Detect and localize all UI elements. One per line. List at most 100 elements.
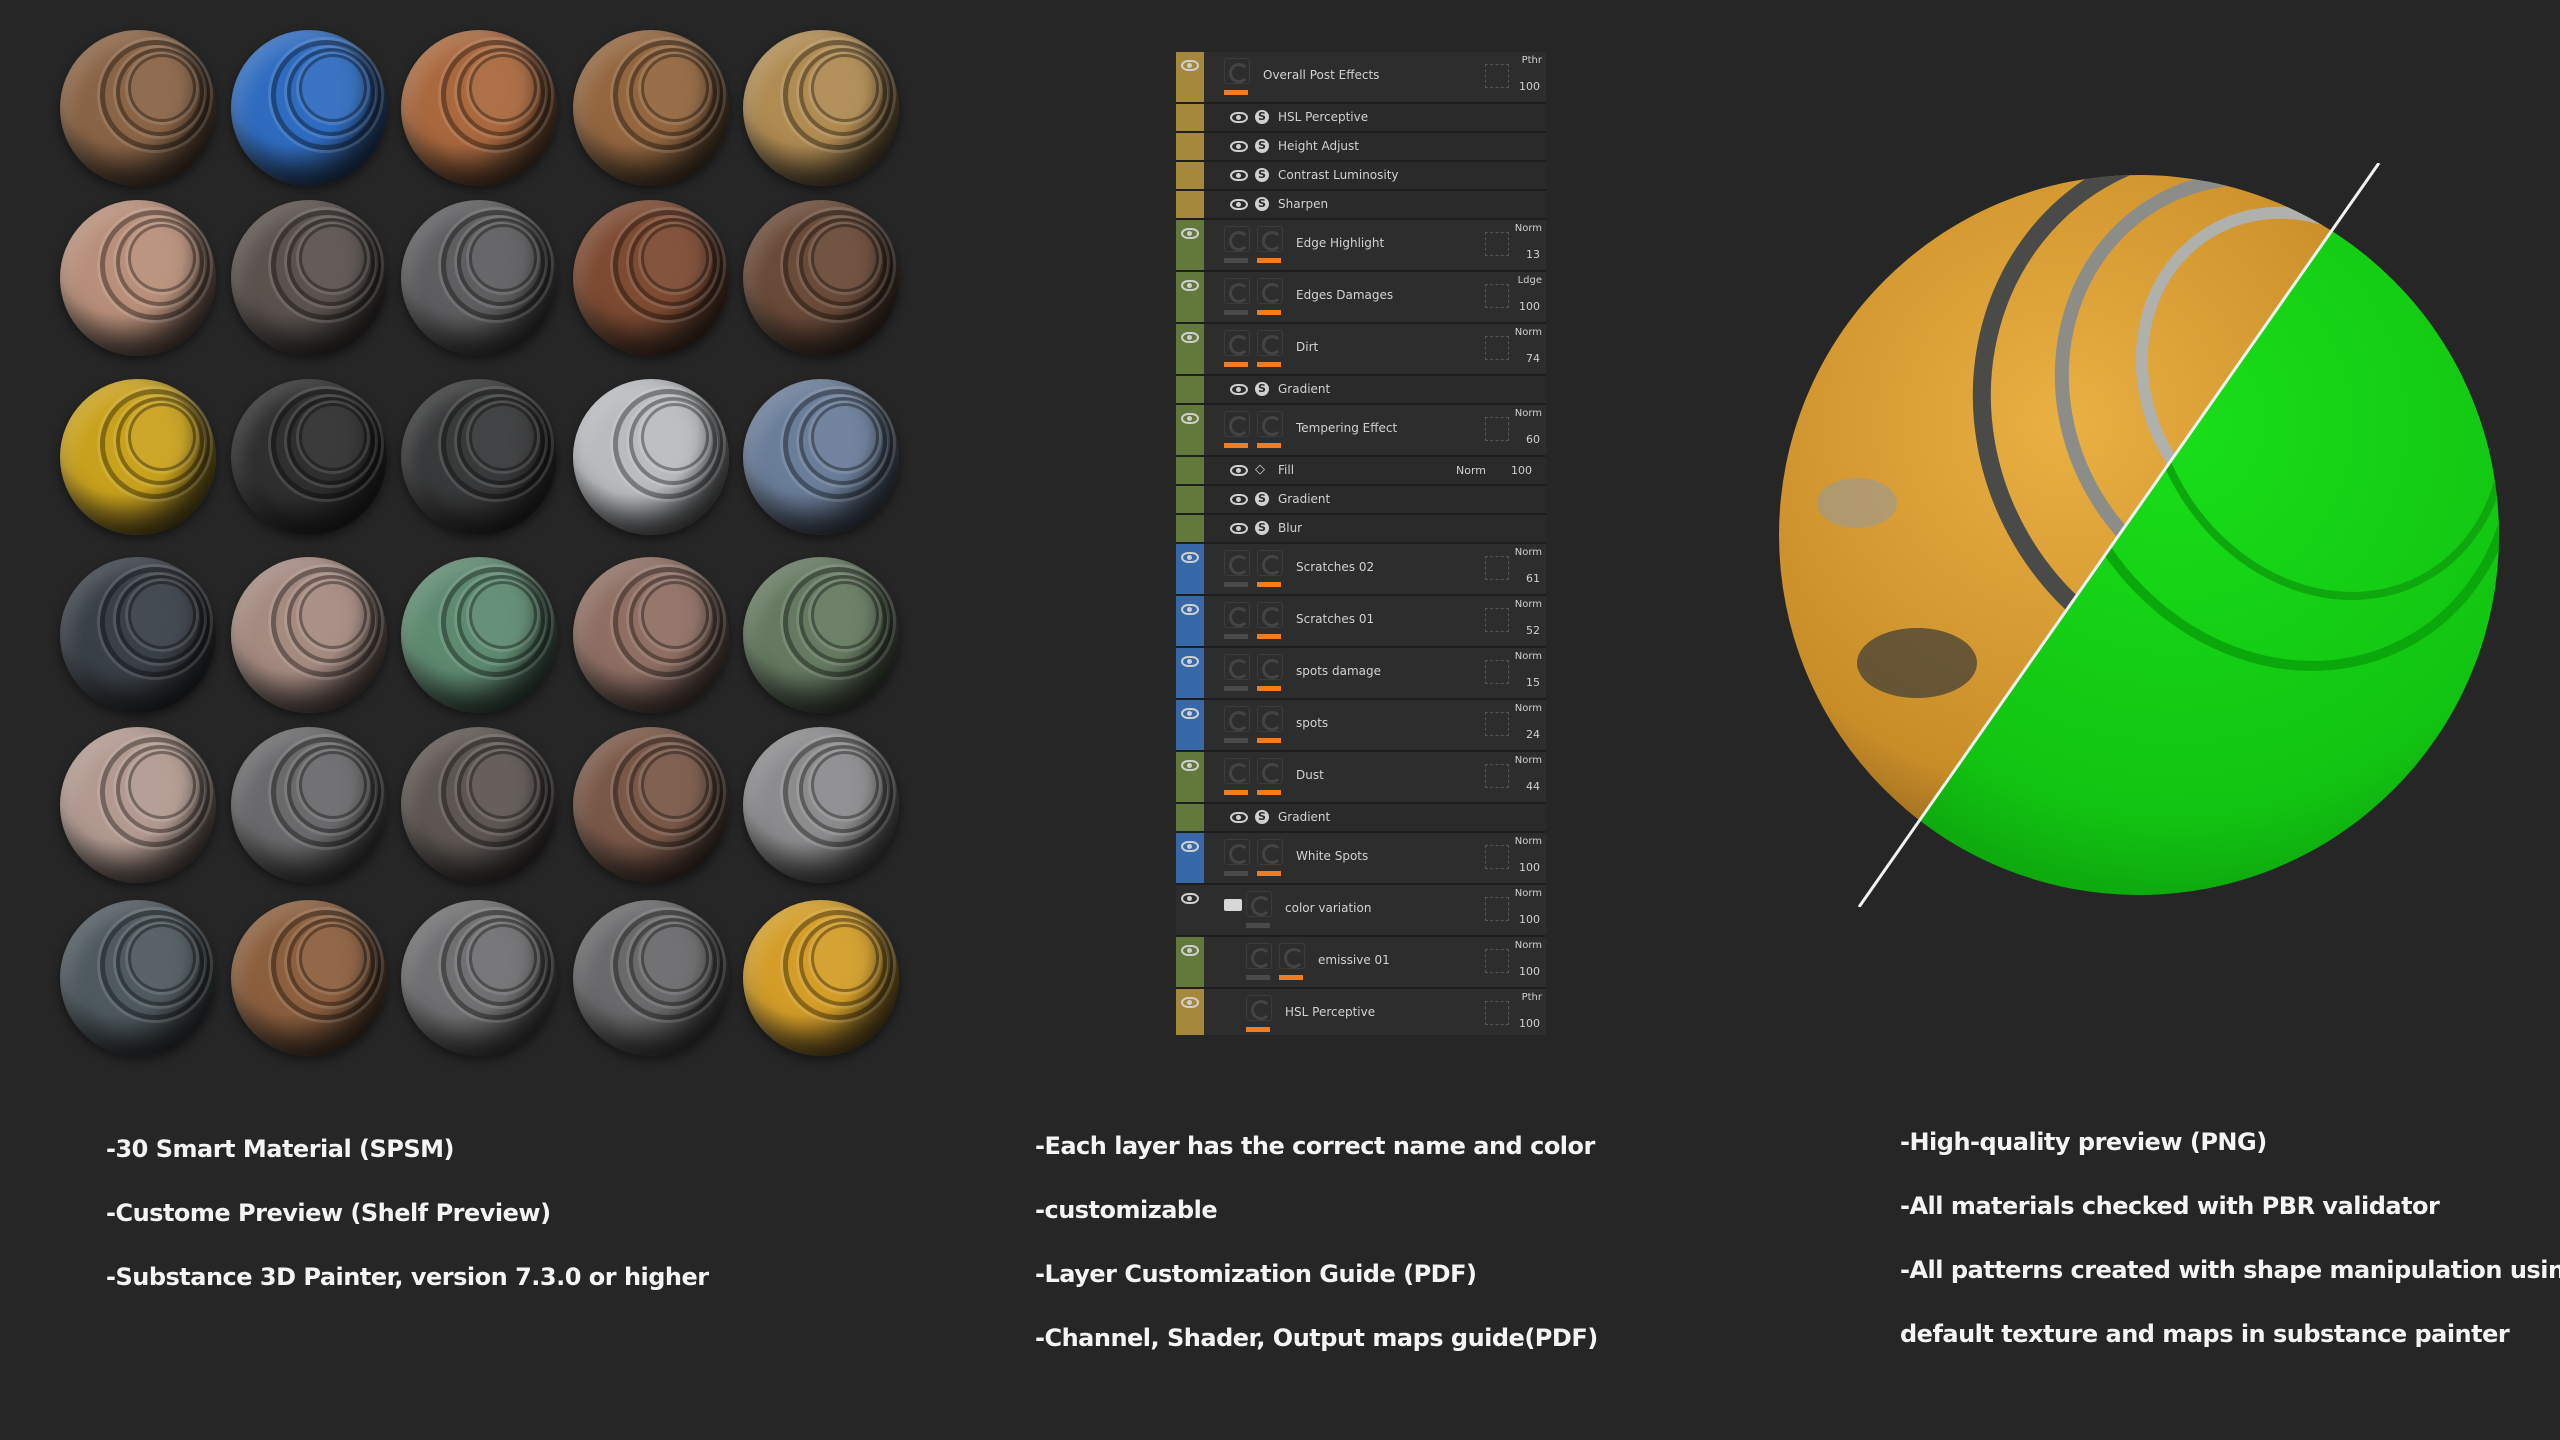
layer-thumbnail-icon[interactable] xyxy=(1224,58,1250,84)
blend-mode-label[interactable]: Pthr xyxy=(1522,992,1542,1003)
layer-thumbnail-icon[interactable] xyxy=(1224,654,1250,680)
visibility-eye-icon[interactable] xyxy=(1230,384,1248,395)
layer-name[interactable]: White Spots xyxy=(1296,849,1368,863)
blend-mode-label[interactable]: Norm xyxy=(1515,408,1542,419)
mask-thumbnail-icon[interactable] xyxy=(1257,330,1283,356)
layer-thumbnail-icon[interactable] xyxy=(1246,995,1272,1021)
blend-mode-label[interactable]: Pthr xyxy=(1522,55,1542,66)
visibility-eye-icon[interactable] xyxy=(1230,170,1248,181)
mask-slot-icon[interactable] xyxy=(1485,556,1509,580)
blend-mode-label[interactable]: Ldge xyxy=(1518,275,1542,286)
effect-name[interactable]: Blur xyxy=(1278,521,1302,535)
layer-thumbnail-icon[interactable] xyxy=(1224,758,1250,784)
layer-thumbnail-icon[interactable] xyxy=(1224,330,1250,356)
mask-slot-icon[interactable] xyxy=(1485,1001,1509,1025)
layer-thumbnail-icon[interactable] xyxy=(1224,411,1250,437)
layer-row[interactable]: Scratches 02 Norm 61 xyxy=(1176,544,1546,596)
visibility-eye-icon[interactable] xyxy=(1181,60,1199,71)
blend-mode-label[interactable]: Norm xyxy=(1515,836,1542,847)
layer-name[interactable]: Dirt xyxy=(1296,340,1318,354)
visibility-eye-icon[interactable] xyxy=(1181,760,1199,771)
visibility-eye-icon[interactable] xyxy=(1181,280,1199,291)
layer-row[interactable]: Overall Post Effects Pthr 100 xyxy=(1176,52,1546,104)
opacity-value[interactable]: 52 xyxy=(1526,624,1540,637)
layer-name[interactable]: spots xyxy=(1296,716,1328,730)
mask-thumbnail-icon[interactable] xyxy=(1257,758,1283,784)
effect-name[interactable]: Height Adjust xyxy=(1278,139,1359,153)
effect-row[interactable]: S Gradient xyxy=(1176,804,1546,833)
layer-name[interactable]: color variation xyxy=(1285,901,1371,915)
mask-slot-icon[interactable] xyxy=(1485,232,1509,256)
layer-row[interactable]: emissive 01 Norm 100 xyxy=(1176,937,1546,989)
layer-row[interactable]: Tempering Effect Norm 60 xyxy=(1176,405,1546,457)
effect-row[interactable]: S Gradient xyxy=(1176,486,1546,515)
mask-slot-icon[interactable] xyxy=(1485,417,1509,441)
effect-name[interactable]: Sharpen xyxy=(1278,197,1328,211)
layer-name[interactable]: Dust xyxy=(1296,768,1324,782)
mask-thumbnail-icon[interactable] xyxy=(1257,706,1283,732)
mask-thumbnail-icon[interactable] xyxy=(1257,226,1283,252)
opacity-value[interactable]: 60 xyxy=(1526,433,1540,446)
layer-thumbnail-icon[interactable] xyxy=(1224,278,1250,304)
visibility-eye-icon[interactable] xyxy=(1181,893,1199,904)
layer-thumbnail-icon[interactable] xyxy=(1224,226,1250,252)
mask-slot-icon[interactable] xyxy=(1485,64,1509,88)
mask-thumbnail-icon[interactable] xyxy=(1279,943,1305,969)
effect-name[interactable]: Gradient xyxy=(1278,810,1330,824)
layer-thumbnail-icon[interactable] xyxy=(1224,550,1250,576)
layer-row[interactable]: color variation Norm 100 xyxy=(1176,885,1546,937)
layer-name[interactable]: Scratches 02 xyxy=(1296,560,1374,574)
mask-slot-icon[interactable] xyxy=(1485,712,1509,736)
blend-mode-label[interactable]: Norm xyxy=(1515,703,1542,714)
effect-row[interactable]: ◇ Fill Norm 100 xyxy=(1176,457,1546,486)
visibility-eye-icon[interactable] xyxy=(1230,494,1248,505)
blend-mode-label[interactable]: Norm xyxy=(1515,755,1542,766)
layer-name[interactable]: Tempering Effect xyxy=(1296,421,1397,435)
mask-slot-icon[interactable] xyxy=(1485,764,1509,788)
layer-row[interactable]: Dust Norm 44 xyxy=(1176,752,1546,804)
blend-mode-label[interactable]: Norm xyxy=(1515,651,1542,662)
opacity-value[interactable]: 100 xyxy=(1519,965,1540,978)
layer-thumbnail-icon[interactable] xyxy=(1246,943,1272,969)
effect-row[interactable]: S HSL Perceptive xyxy=(1176,104,1546,133)
opacity-value[interactable]: 100 xyxy=(1519,913,1540,926)
effect-name[interactable]: HSL Perceptive xyxy=(1278,110,1368,124)
visibility-eye-icon[interactable] xyxy=(1181,841,1199,852)
layer-thumbnail-icon[interactable] xyxy=(1224,706,1250,732)
mask-slot-icon[interactable] xyxy=(1485,336,1509,360)
effect-row[interactable]: S Height Adjust xyxy=(1176,133,1546,162)
effect-row[interactable]: S Blur xyxy=(1176,515,1546,544)
visibility-eye-icon[interactable] xyxy=(1181,604,1199,615)
opacity-value[interactable]: 44 xyxy=(1526,780,1540,793)
visibility-eye-icon[interactable] xyxy=(1230,141,1248,152)
layer-thumbnail-icon[interactable] xyxy=(1224,602,1250,628)
opacity-dropdown[interactable]: 100 xyxy=(1511,464,1532,477)
mask-slot-icon[interactable] xyxy=(1485,845,1509,869)
opacity-value[interactable]: 61 xyxy=(1526,572,1540,585)
visibility-eye-icon[interactable] xyxy=(1230,112,1248,123)
layer-thumbnail-icon[interactable] xyxy=(1246,891,1272,917)
opacity-value[interactable]: 100 xyxy=(1519,300,1540,313)
layer-row[interactable]: spots Norm 24 xyxy=(1176,700,1546,752)
mask-slot-icon[interactable] xyxy=(1485,284,1509,308)
visibility-eye-icon[interactable] xyxy=(1181,945,1199,956)
mask-slot-icon[interactable] xyxy=(1485,608,1509,632)
mask-thumbnail-icon[interactable] xyxy=(1257,411,1283,437)
layer-name[interactable]: Edges Damages xyxy=(1296,288,1393,302)
visibility-eye-icon[interactable] xyxy=(1181,997,1199,1008)
effect-name[interactable]: Contrast Luminosity xyxy=(1278,168,1399,182)
layer-row[interactable]: Edge Highlight Norm 13 xyxy=(1176,220,1546,272)
mask-thumbnail-icon[interactable] xyxy=(1257,550,1283,576)
effect-name[interactable]: Gradient xyxy=(1278,382,1330,396)
opacity-value[interactable]: 100 xyxy=(1519,80,1540,93)
blend-mode-dropdown[interactable]: Norm xyxy=(1456,464,1486,477)
mask-slot-icon[interactable] xyxy=(1485,949,1509,973)
layer-thumbnail-icon[interactable] xyxy=(1224,839,1250,865)
visibility-eye-icon[interactable] xyxy=(1230,523,1248,534)
layer-row[interactable]: Scratches 01 Norm 52 xyxy=(1176,596,1546,648)
effect-row[interactable]: S Sharpen xyxy=(1176,191,1546,220)
visibility-eye-icon[interactable] xyxy=(1230,812,1248,823)
layer-name[interactable]: Scratches 01 xyxy=(1296,612,1374,626)
effect-row[interactable]: S Contrast Luminosity xyxy=(1176,162,1546,191)
layer-row[interactable]: White Spots Norm 100 xyxy=(1176,833,1546,885)
